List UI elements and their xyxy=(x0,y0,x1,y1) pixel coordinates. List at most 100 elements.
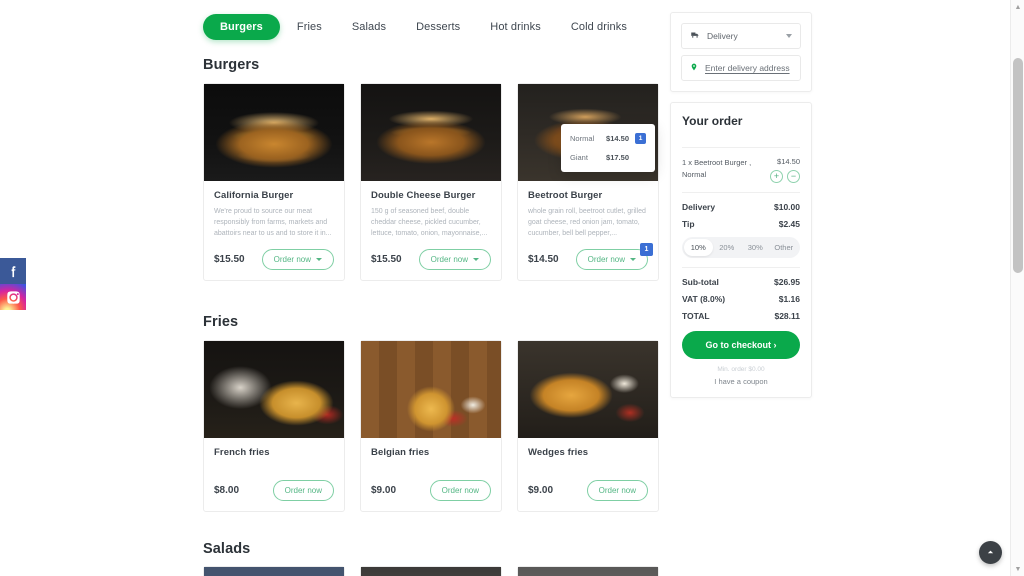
order-now-label: Order now xyxy=(441,486,479,495)
divider xyxy=(682,267,800,268)
tip-option-other[interactable]: Other xyxy=(770,239,799,256)
delivery-address-placeholder: Enter delivery address xyxy=(705,63,790,73)
delivery-fee-value: $10.00 xyxy=(774,202,800,212)
delivery-fee-row: Delivery $10.00 xyxy=(682,202,800,212)
product-card[interactable]: Beetroot Burger whole grain roll, beetro… xyxy=(517,83,659,281)
scroll-down-arrow[interactable]: ▼ xyxy=(1011,562,1024,576)
section-title-fries: Fries xyxy=(203,314,239,330)
product-image xyxy=(204,84,344,181)
facebook-icon[interactable] xyxy=(0,258,26,284)
coupon-link[interactable]: I have a coupon xyxy=(682,377,800,386)
product-name: California Burger xyxy=(214,190,294,201)
dropdown-option-giant[interactable]: Giant $17.50 xyxy=(561,148,655,167)
order-now-button[interactable]: Order now 1 xyxy=(575,243,653,270)
tip-option-30[interactable]: 30% xyxy=(741,239,770,256)
delivery-fee-label: Delivery xyxy=(682,202,716,212)
product-price: $15.50 xyxy=(371,254,402,265)
order-sidebar: Delivery Enter delivery address Your ord… xyxy=(670,12,812,398)
tip-option-10[interactable]: 10% xyxy=(684,239,713,256)
product-description: We're proud to source our meat responsib… xyxy=(214,208,332,237)
total-value: $28.11 xyxy=(774,311,800,321)
product-card[interactable]: Wedges fries $9.00 Order now xyxy=(517,340,659,512)
tip-options: 10% 20% 30% Other xyxy=(682,237,800,258)
option-quantity-badge: 1 xyxy=(635,133,646,144)
section-title-burgers: Burgers xyxy=(203,57,260,73)
product-name: Beetroot Burger xyxy=(528,190,603,201)
quantity-badge: 1 xyxy=(640,243,653,256)
product-image xyxy=(518,567,658,576)
delivery-panel: Delivery Enter delivery address xyxy=(670,12,812,92)
tab-hot-drinks[interactable]: Hot drinks xyxy=(477,14,554,40)
quantity-stepper: + − xyxy=(770,170,800,183)
divider xyxy=(682,147,800,148)
social-rail xyxy=(0,258,26,310)
order-now-label: Order now xyxy=(430,255,468,264)
product-card[interactable]: Double Cheese Burger 150 g of seasoned b… xyxy=(360,83,502,281)
go-to-checkout-button[interactable]: Go to checkout › xyxy=(682,331,800,359)
tab-desserts[interactable]: Desserts xyxy=(403,14,473,40)
vat-label: VAT (8.0%) xyxy=(682,294,726,304)
product-card[interactable]: California Burger We're proud to source … xyxy=(203,83,345,281)
product-price: $14.50 xyxy=(528,254,559,265)
page-root: Burgers Fries Salads Desserts Hot drinks… xyxy=(0,0,1024,576)
subtotal-value: $26.95 xyxy=(774,277,800,287)
delivery-truck-icon xyxy=(690,30,700,42)
dropdown-option-normal[interactable]: Normal $14.50 1 xyxy=(561,129,655,148)
delivery-address-input[interactable]: Enter delivery address xyxy=(681,55,801,81)
product-card[interactable] xyxy=(203,566,345,576)
chevron-down-icon xyxy=(630,258,636,261)
order-now-button[interactable]: Order now xyxy=(272,480,334,501)
product-row-fries: French fries $8.00 Order now Belgian fri… xyxy=(203,340,659,512)
product-image xyxy=(361,567,501,576)
divider xyxy=(682,192,800,193)
page-scrollbar[interactable]: ▲ ▼ xyxy=(1010,0,1024,576)
product-card[interactable] xyxy=(360,566,502,576)
vat-row: VAT (8.0%) $1.16 xyxy=(682,294,800,304)
product-image xyxy=(361,84,501,181)
option-label: Normal xyxy=(570,134,595,143)
size-options-dropdown[interactable]: Normal $14.50 1 Giant $17.50 xyxy=(561,124,655,172)
option-price: $17.50 xyxy=(606,153,629,162)
scroll-up-arrow[interactable]: ▲ xyxy=(1011,0,1024,14)
delivery-method-select[interactable]: Delivery xyxy=(681,23,801,49)
delivery-method-label: Delivery xyxy=(707,31,738,41)
order-now-label: Order now xyxy=(284,486,322,495)
order-now-button[interactable]: Order now xyxy=(586,480,648,501)
product-price: $9.00 xyxy=(528,485,554,496)
product-image xyxy=(518,341,658,438)
tab-burgers[interactable]: Burgers xyxy=(203,14,280,40)
min-order-note: Min. order $0.00 xyxy=(717,366,765,373)
decrease-quantity-button[interactable]: − xyxy=(787,170,800,183)
tab-fries[interactable]: Fries xyxy=(284,14,335,40)
product-description: whole grain roll, beetroot cutlet, grill… xyxy=(528,208,646,237)
order-now-button[interactable]: Order now xyxy=(429,480,491,501)
tab-salads[interactable]: Salads xyxy=(339,14,399,40)
order-item-price: $14.50 xyxy=(777,157,800,166)
product-name: Double Cheese Burger xyxy=(371,190,476,201)
tab-cold-drinks[interactable]: Cold drinks xyxy=(558,14,640,40)
order-now-label: Order now xyxy=(587,255,625,264)
your-order-panel: Your order 1 x Beetroot Burger , Normal … xyxy=(670,102,812,398)
product-image xyxy=(204,341,344,438)
order-now-button[interactable]: Order now xyxy=(418,249,491,270)
tip-option-20[interactable]: 20% xyxy=(713,239,742,256)
product-card[interactable]: French fries $8.00 Order now xyxy=(203,340,345,512)
total-row: TOTAL $28.11 xyxy=(682,311,800,321)
increase-quantity-button[interactable]: + xyxy=(770,170,783,183)
order-now-button[interactable]: Order now xyxy=(261,249,334,270)
subtotal-label: Sub-total xyxy=(682,277,719,287)
order-now-label: Order now xyxy=(598,486,636,495)
product-card[interactable]: Belgian fries $9.00 Order now xyxy=(360,340,502,512)
instagram-icon[interactable] xyxy=(0,284,26,310)
product-name: Wedges fries xyxy=(528,447,589,458)
product-card[interactable] xyxy=(517,566,659,576)
order-line-item: 1 x Beetroot Burger , Normal $14.50 + − xyxy=(682,157,800,183)
chevron-down-icon xyxy=(786,34,792,38)
scroll-to-top-button[interactable] xyxy=(979,541,1002,564)
category-tabs: Burgers Fries Salads Desserts Hot drinks… xyxy=(203,14,640,40)
section-title-salads: Salads xyxy=(203,541,251,557)
total-label: TOTAL xyxy=(682,311,710,321)
location-pin-icon xyxy=(690,62,698,74)
product-row-burgers: California Burger We're proud to source … xyxy=(203,83,659,281)
scrollbar-thumb[interactable] xyxy=(1013,58,1023,273)
